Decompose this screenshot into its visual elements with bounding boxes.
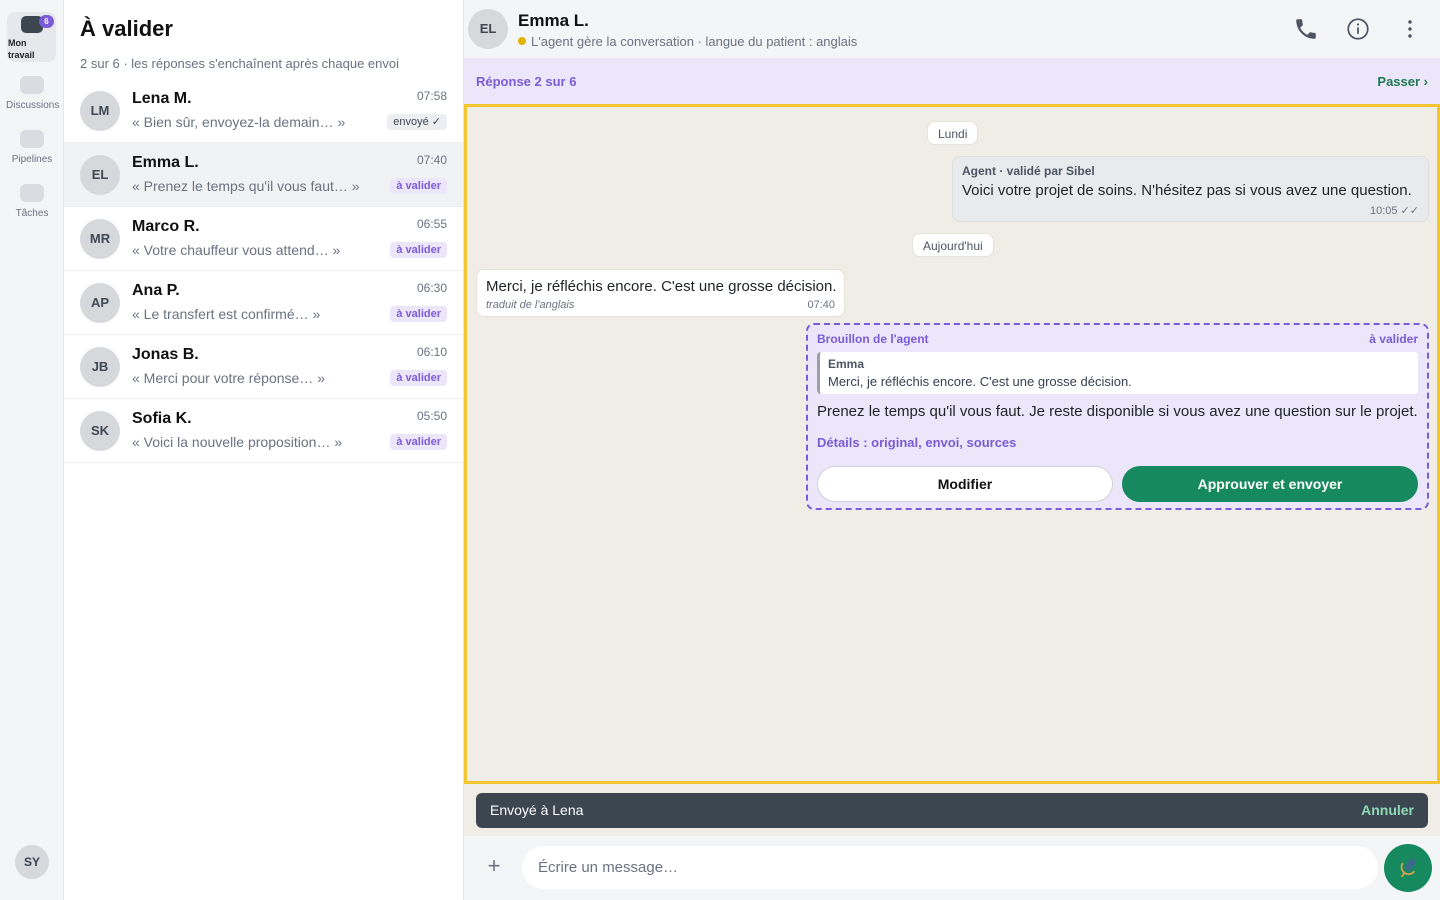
message-text: Merci, je réfléchis encore. C'est une gr… xyxy=(486,278,837,295)
rail-badge: 6 xyxy=(39,15,54,28)
avatar: LM xyxy=(80,91,120,131)
incoming-message: Merci, je réfléchis encore. C'est une gr… xyxy=(476,269,845,317)
conversation-name: Jonas B. xyxy=(132,346,199,363)
avatar: EL xyxy=(80,155,120,195)
message-meta: Agent · validé par Sibel xyxy=(962,164,1095,178)
skip-link[interactable]: Passer › xyxy=(1377,74,1428,89)
rail-label: Discussions xyxy=(6,100,60,111)
quote-author: Emma xyxy=(828,357,865,371)
contact-avatar[interactable]: EL xyxy=(468,9,508,49)
conversation-list-pane: À valider 2 sur 6 · les réponses s'encha… xyxy=(64,0,464,900)
rail-label: Pipelines xyxy=(11,154,53,165)
conversation-name: Emma L. xyxy=(132,154,199,171)
message-text: Voici votre projet de soins. N'hésitez p… xyxy=(962,182,1412,199)
conversation-name: Lena M. xyxy=(132,90,192,107)
conversation-preview: « Prenez le temps qu'il vous faut… » xyxy=(132,178,360,194)
quoted-message: Emma Merci, je réfléchis encore. C'est u… xyxy=(817,352,1418,394)
chat-header: EL Emma L. L'agent gère la conversation … xyxy=(464,0,1440,58)
edit-button[interactable]: Modifier xyxy=(817,466,1113,502)
rail-item-pipelines[interactable]: Pipelines xyxy=(6,130,58,165)
contact-name[interactable]: Emma L. xyxy=(518,11,589,31)
reply-progress-bar: Réponse 2 sur 6 Passer › xyxy=(464,58,1440,104)
phone-icon[interactable] xyxy=(1293,16,1319,42)
chat-pane: EL Emma L. L'agent gère la conversation … xyxy=(464,0,1440,900)
conversation-item[interactable]: EL Emma L. 07:40 « Prenez le temps qu'il… xyxy=(64,143,463,207)
status-badge: à valider xyxy=(390,370,447,386)
undo-button[interactable]: Annuler xyxy=(1361,802,1414,818)
conversation-item[interactable]: JB Jonas B. 06:10 « Merci pour votre rép… xyxy=(64,335,463,399)
status-badge: à valider xyxy=(390,178,447,194)
conversation-name: Marco R. xyxy=(132,218,200,235)
day-separator: Lundi xyxy=(927,121,979,145)
translation-note: traduit de l'anglais xyxy=(486,299,575,311)
status-badge: à valider xyxy=(390,242,447,258)
conversation-item[interactable]: MR Marco R. 06:55 « Votre chauffeur vous… xyxy=(64,207,463,271)
draft-label: Brouillon de l'agent xyxy=(817,332,929,346)
tasks-icon xyxy=(20,184,44,202)
draft-status: à valider xyxy=(1369,332,1418,346)
microphone-button[interactable] xyxy=(1384,844,1432,892)
approve-send-button[interactable]: Approuver et envoyer xyxy=(1122,466,1418,502)
composer: + xyxy=(464,836,1440,900)
conversation-time: 05:50 xyxy=(416,409,447,423)
agent-draft-card: Brouillon de l'agent à valider Emma Merc… xyxy=(806,323,1429,510)
conversation-preview: « Voici la nouvelle proposition… » xyxy=(132,434,343,450)
conversation-item[interactable]: LM Lena M. 07:58 « Bien sûr, envoyez-la … xyxy=(64,79,463,143)
contact-status: L'agent gère la conversation · langue du… xyxy=(518,34,857,49)
microphone-icon xyxy=(1400,858,1416,878)
list-subtitle: 2 sur 6 · les réponses s'enchaînent aprè… xyxy=(80,56,400,71)
message-thread: Lundi Agent · validé par Sibel Voici vot… xyxy=(464,104,1440,784)
conversation-name: Sofia K. xyxy=(132,410,192,427)
list-title: À valider xyxy=(80,16,173,41)
status-dot-icon xyxy=(518,37,526,45)
conversation-preview: « Le transfert est confirmé… » xyxy=(132,306,321,322)
status-badge: envoyé ✓ xyxy=(387,114,447,130)
chat-icon xyxy=(20,76,44,94)
conversation-item[interactable]: AP Ana P. 06:30 « Le transfert est confi… xyxy=(64,271,463,335)
outgoing-message: Agent · validé par Sibel Voici votre pro… xyxy=(952,156,1429,222)
day-separator: Aujourd'hui xyxy=(912,233,994,257)
toast-text: Envoyé à Lena xyxy=(490,802,584,818)
rail-label: Mon travail xyxy=(8,38,35,60)
conversation-time: 06:10 xyxy=(416,345,447,359)
rail-item-tasks[interactable]: Tâches xyxy=(6,184,58,219)
plus-icon[interactable]: + xyxy=(484,855,504,877)
more-vertical-icon[interactable] xyxy=(1397,16,1423,42)
rail-label: Tâches xyxy=(15,208,49,219)
draft-text: Prenez le temps qu'il vous faut. Je rest… xyxy=(817,403,1418,420)
message-time: 07:40 xyxy=(807,299,835,311)
conversation-name: Ana P. xyxy=(132,282,180,299)
info-icon[interactable] xyxy=(1345,16,1371,42)
user-avatar[interactable]: SY xyxy=(15,845,49,879)
nav-rail: 6 Mon travail Discussions Pipelines Tâch… xyxy=(0,0,64,900)
sent-toast: Envoyé à Lena Annuler xyxy=(476,793,1428,828)
conversation-time: 06:30 xyxy=(416,281,447,295)
avatar: MR xyxy=(80,219,120,259)
rail-item-my-work[interactable]: 6 Mon travail xyxy=(7,12,56,62)
contact-status-text: L'agent gère la conversation · langue du… xyxy=(531,34,858,49)
pipeline-icon xyxy=(20,130,44,148)
avatar: AP xyxy=(80,283,120,323)
conversation-time: 06:55 xyxy=(416,217,447,231)
draft-details-link[interactable]: Détails : original, envoi, sources xyxy=(817,435,1016,450)
message-input[interactable] xyxy=(522,846,1378,889)
avatar: SK xyxy=(80,411,120,451)
reply-progress-text: Réponse 2 sur 6 xyxy=(476,74,577,89)
status-badge: à valider xyxy=(390,306,447,322)
conversation-item[interactable]: SK Sofia K. 05:50 « Voici la nouvelle pr… xyxy=(64,399,463,463)
avatar: JB xyxy=(80,347,120,387)
quote-text: Merci, je réfléchis encore. C'est une gr… xyxy=(828,374,1132,389)
rail-item-discussions[interactable]: Discussions xyxy=(6,76,60,111)
conversation-time: 07:40 xyxy=(416,153,447,167)
status-badge: à valider xyxy=(390,434,447,450)
conversation-time: 07:58 xyxy=(416,89,447,103)
conversation-preview: « Bien sûr, envoyez-la demain… » xyxy=(132,114,346,130)
conversation-preview: « Merci pour votre réponse… » xyxy=(132,370,325,386)
message-time: 10:05 ✓✓ xyxy=(1369,205,1419,217)
conversation-preview: « Votre chauffeur vous attend… » xyxy=(132,242,341,258)
